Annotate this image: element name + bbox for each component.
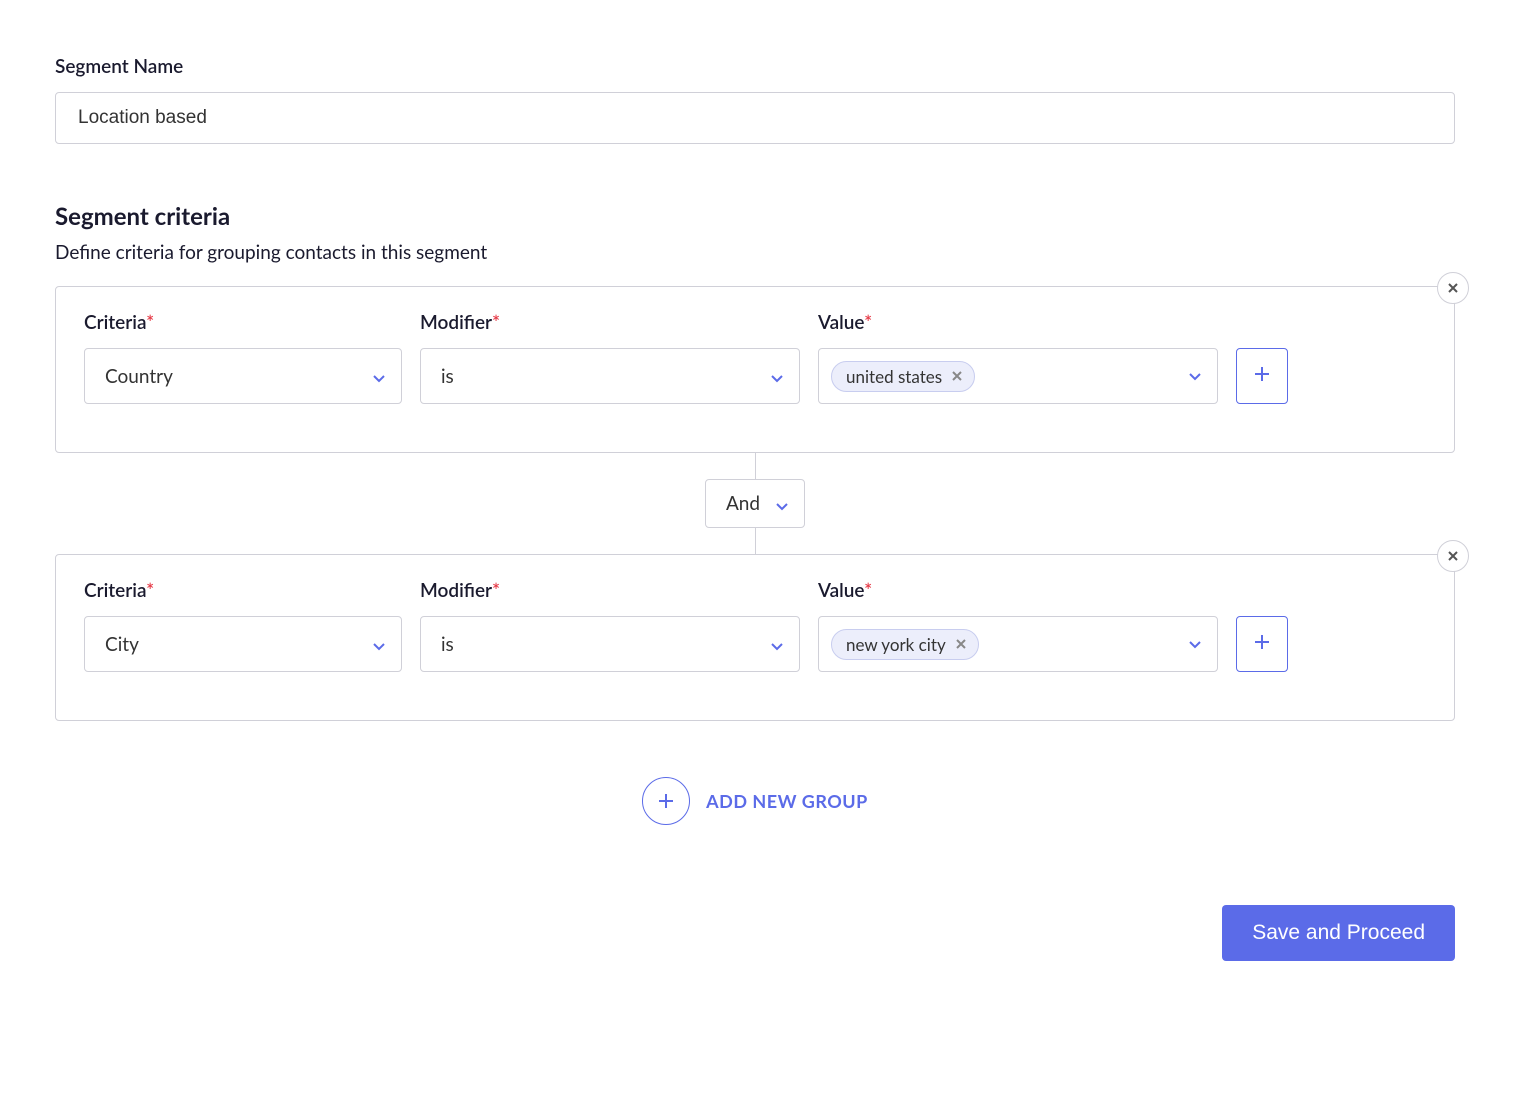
modifier-select-value: is — [441, 365, 454, 388]
criteria-column-label: Criteria* — [84, 579, 402, 602]
plus-icon — [1252, 364, 1272, 388]
value-input[interactable]: new york city — [818, 616, 1218, 672]
criteria-group: Criteria* City Modifier* is — [55, 554, 1455, 721]
chevron-down-icon — [1187, 368, 1203, 384]
group-connector: And — [55, 453, 1455, 554]
remove-group-button[interactable] — [1437, 272, 1469, 304]
plus-circle-icon — [642, 777, 690, 825]
chevron-down-icon — [769, 636, 785, 652]
criteria-select-value: City — [105, 633, 139, 656]
value-tag: united states — [831, 361, 975, 392]
chevron-down-icon — [1187, 636, 1203, 652]
add-criteria-button[interactable] — [1236, 616, 1288, 672]
add-criteria-button[interactable] — [1236, 348, 1288, 404]
add-new-group-button[interactable]: ADD NEW GROUP — [55, 777, 1455, 825]
segment-name-label: Segment Name — [55, 55, 1455, 78]
close-icon — [1447, 547, 1459, 566]
value-tag: new york city — [831, 629, 979, 660]
criteria-select-value: Country — [105, 365, 173, 388]
connector-select-value: And — [726, 492, 760, 515]
chevron-down-icon — [774, 496, 790, 512]
close-icon — [1447, 279, 1459, 298]
chevron-down-icon — [371, 636, 387, 652]
modifier-select-value: is — [441, 633, 454, 656]
add-new-group-label: ADD NEW GROUP — [706, 790, 868, 812]
value-column-label: Value* — [818, 311, 1218, 334]
connector-line — [755, 528, 756, 554]
value-tag-text: new york city — [846, 634, 946, 655]
remove-tag-button[interactable] — [950, 369, 964, 383]
chevron-down-icon — [769, 368, 785, 384]
modifier-column-label: Modifier* — [420, 311, 800, 334]
remove-group-button[interactable] — [1437, 540, 1469, 572]
modifier-select[interactable]: is — [420, 616, 800, 672]
remove-tag-button[interactable] — [954, 637, 968, 651]
value-input[interactable]: united states — [818, 348, 1218, 404]
value-column-label: Value* — [818, 579, 1218, 602]
plus-icon — [1252, 632, 1272, 656]
criteria-select[interactable]: Country — [84, 348, 402, 404]
segment-criteria-description: Define criteria for grouping contacts in… — [55, 241, 1455, 264]
segment-name-input[interactable] — [55, 92, 1455, 144]
criteria-group: Criteria* Country Modifier* is — [55, 286, 1455, 453]
modifier-select[interactable]: is — [420, 348, 800, 404]
save-and-proceed-button[interactable]: Save and Proceed — [1222, 905, 1455, 961]
modifier-column-label: Modifier* — [420, 579, 800, 602]
value-tag-text: united states — [846, 366, 942, 387]
criteria-column-label: Criteria* — [84, 311, 402, 334]
connector-select[interactable]: And — [705, 479, 805, 528]
segment-criteria-heading: Segment criteria — [55, 202, 1455, 231]
chevron-down-icon — [371, 368, 387, 384]
connector-line — [755, 453, 756, 479]
criteria-select[interactable]: City — [84, 616, 402, 672]
